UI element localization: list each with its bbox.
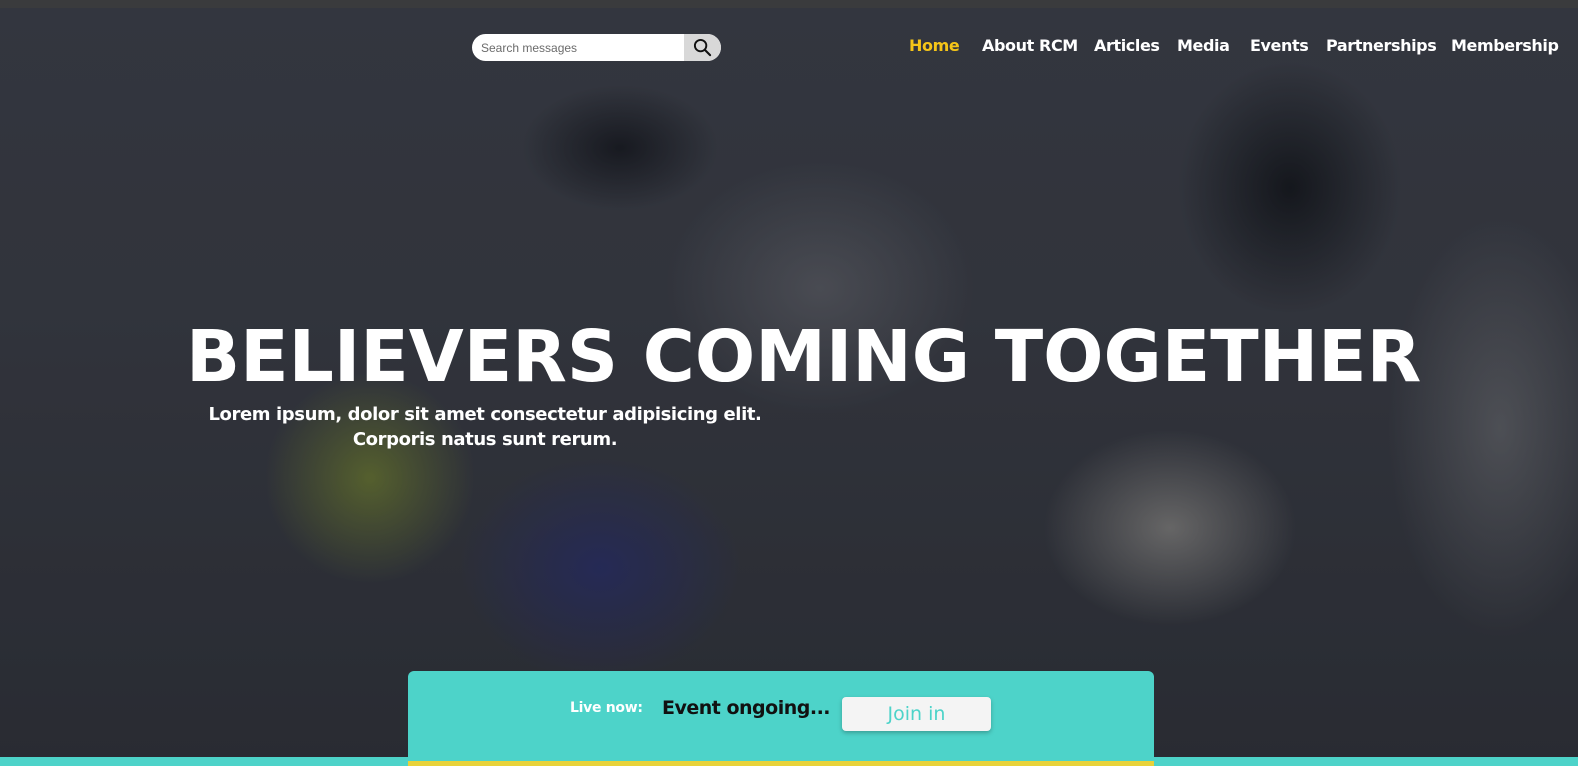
hero-subtext-line-1: Lorem ipsum, dolor sit amet consectetur … xyxy=(208,404,762,425)
live-event-status: Event ongoing... xyxy=(662,697,831,719)
search-input[interactable] xyxy=(472,34,684,61)
browser-top-strip xyxy=(0,0,1578,8)
nav-item-about-rcm[interactable]: About RCM xyxy=(982,36,1078,55)
nav-item-articles[interactable]: Articles xyxy=(1094,36,1160,55)
live-now-label: Live now: xyxy=(570,700,643,716)
nav-item-media[interactable]: Media xyxy=(1177,36,1230,55)
search-button[interactable] xyxy=(684,34,721,61)
nav-item-events[interactable]: Events xyxy=(1250,36,1309,55)
hero-subtext-line-2: Corporis natus sunt rerum. xyxy=(352,429,618,450)
bottom-accent-bar-left xyxy=(0,757,408,766)
nav-item-membership[interactable]: Membership xyxy=(1451,36,1559,55)
hero-headline: BELIEVERS COMING TOGETHER xyxy=(186,315,1422,398)
nav-item-partnerships[interactable]: Partnerships xyxy=(1326,36,1437,55)
join-in-button[interactable]: Join in xyxy=(842,697,991,731)
nav-item-home[interactable]: Home xyxy=(909,36,960,55)
hero-subtext: Lorem ipsum, dolor sit amet consectetur … xyxy=(200,402,770,452)
bottom-accent-bar-center xyxy=(408,761,1154,766)
search-icon xyxy=(693,38,712,57)
bottom-accent-bar-right xyxy=(1154,757,1578,766)
